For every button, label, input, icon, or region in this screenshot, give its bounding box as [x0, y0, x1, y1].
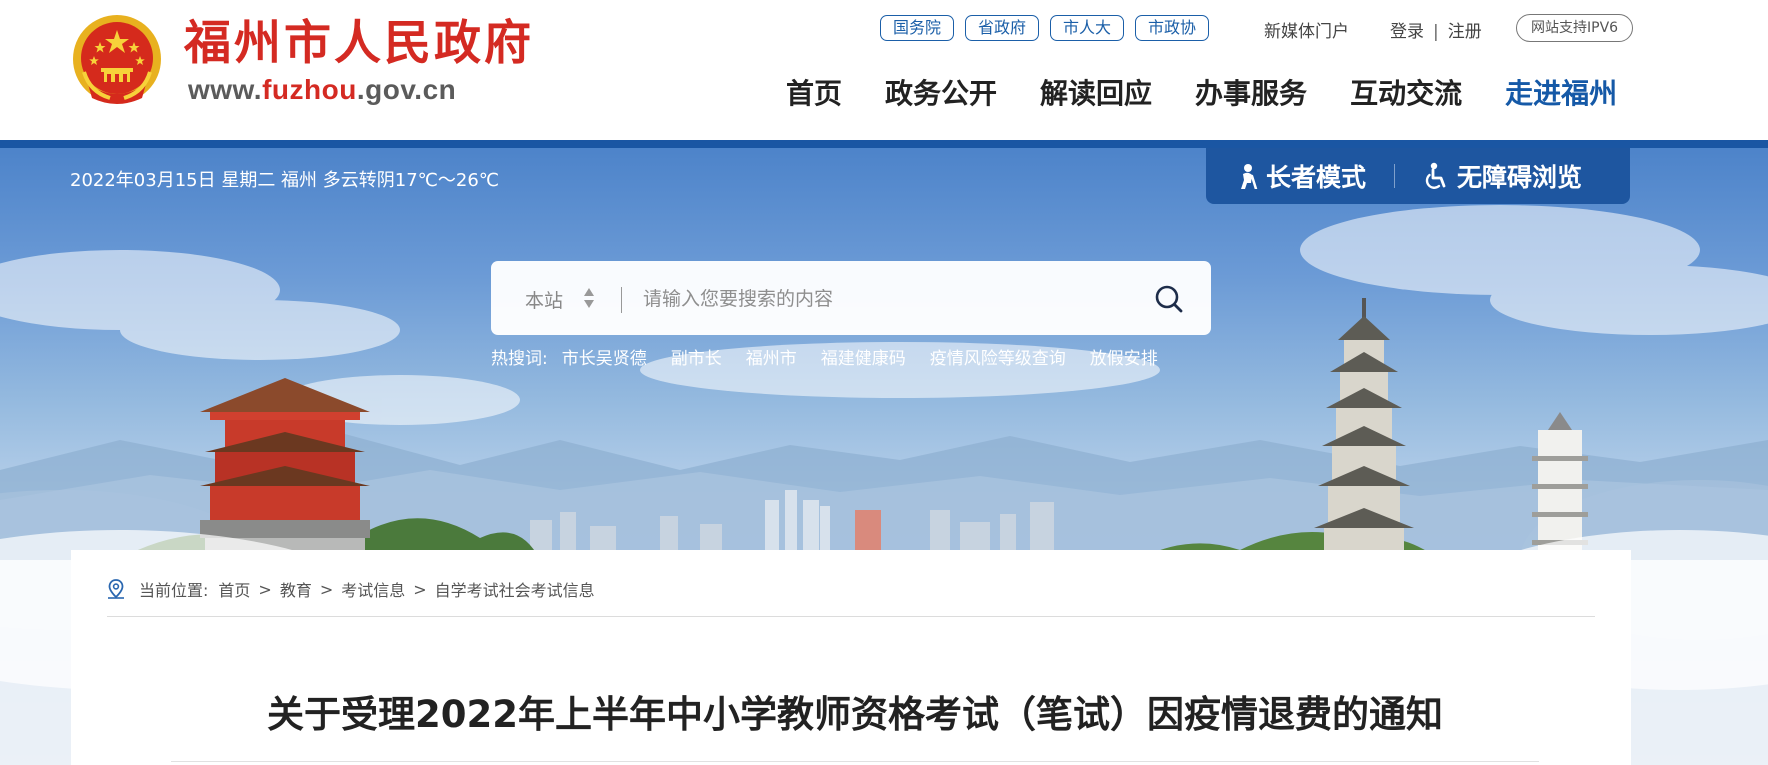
hot-words-label: 热搜词:	[491, 349, 548, 369]
breadcrumb-label: 当前位置:	[139, 581, 209, 600]
hot-word[interactable]: 福建健康码	[821, 344, 906, 369]
breadcrumb: 当前位置: 首页 > 教育 > 考试信息 > 自学考试社会考试信息	[107, 577, 595, 601]
breadcrumb-self-study-exam[interactable]: 自学考试社会考试信息	[435, 577, 595, 601]
register-link[interactable]: 注册	[1448, 22, 1482, 42]
nav-interpretation[interactable]: 解读回应	[1040, 74, 1152, 114]
domain-prefix: www.	[188, 74, 263, 105]
breadcrumb-separator: >	[319, 579, 334, 599]
hot-word[interactable]: 放假安排	[1090, 344, 1158, 369]
hot-word[interactable]: 副市长	[671, 344, 722, 369]
login-separator: |	[1433, 22, 1439, 42]
hot-word[interactable]: 市长吴贤德	[562, 344, 647, 369]
nav-home[interactable]: 首页	[786, 74, 842, 114]
top-links: 国务院 省政府 市人大 市政协	[880, 15, 1210, 41]
site-header: 福州市人民政府 www.fuzhou.gov.cn 国务院 省政府 市人大 市政…	[0, 0, 1768, 140]
wheelchair-icon	[1425, 162, 1446, 189]
login-link[interactable]: 登录	[1390, 22, 1424, 42]
accessible-browse-button[interactable]: 无障碍浏览	[1423, 158, 1582, 194]
search-input[interactable]	[643, 281, 1143, 317]
breadcrumb-separator: >	[258, 579, 272, 599]
article-panel: 当前位置: 首页 > 教育 > 考试信息 > 自学考试社会考试信息 关于受理20…	[71, 550, 1631, 765]
domain-suffix: .gov.cn	[356, 74, 457, 105]
sort-arrows-icon[interactable]	[583, 287, 595, 309]
search-box: 本站	[491, 261, 1211, 335]
hot-search-words: 热搜词: 市长吴贤德 副市长 福州市 福建健康码 疫情风险等级查询 放假安排	[491, 344, 1182, 369]
elder-person-icon	[1241, 164, 1258, 189]
hot-word[interactable]: 疫情风险等级查询	[930, 344, 1066, 369]
main-nav: 首页 政务公开 解读回应 办事服务 互动交流 走进福州	[786, 74, 1617, 114]
search-icon[interactable]	[1151, 281, 1187, 317]
ipv6-badge: 网站支持IPV6	[1516, 14, 1634, 42]
breadcrumb-divider	[107, 616, 1595, 617]
mode-switcher: 长者模式 无障碍浏览	[1206, 148, 1630, 204]
national-emblem[interactable]	[70, 12, 164, 110]
breadcrumb-separator: >	[413, 579, 427, 599]
domain-highlight: fuzhou	[262, 74, 357, 105]
site-domain: www.fuzhou.gov.cn	[188, 74, 456, 106]
link-city-cppcc[interactable]: 市政协	[1135, 15, 1210, 41]
link-provincial-gov[interactable]: 省政府	[965, 15, 1040, 41]
search-divider	[621, 287, 622, 313]
location-pin-icon	[108, 579, 124, 599]
nav-about-fuzhou[interactable]: 走进福州	[1505, 74, 1617, 114]
nav-services[interactable]: 办事服务	[1195, 74, 1307, 114]
title-divider	[171, 761, 1539, 762]
article-title: 关于受理2022年上半年中小学教师资格考试（笔试）因疫情退费的通知	[267, 693, 1443, 736]
elder-mode-button[interactable]: 长者模式	[1236, 158, 1366, 194]
nav-gov-affairs[interactable]: 政务公开	[885, 74, 997, 114]
search-scope-select[interactable]: 本站	[525, 286, 563, 313]
breadcrumb-exam-info[interactable]: 考试信息	[341, 577, 405, 601]
nav-interaction[interactable]: 互动交流	[1350, 74, 1462, 114]
elder-mode-label: 长者模式	[1266, 163, 1367, 192]
breadcrumb-education[interactable]: 教育	[280, 577, 312, 601]
new-media-link[interactable]: 新媒体门户	[1264, 17, 1349, 42]
login-area: 登录 | 注册	[1390, 17, 1482, 42]
mode-divider	[1394, 164, 1396, 188]
link-state-council[interactable]: 国务院	[880, 15, 955, 41]
link-city-congress[interactable]: 市人大	[1050, 15, 1125, 41]
accessible-browse-label: 无障碍浏览	[1457, 163, 1583, 192]
date-weather: 2022年03月15日 星期二 福州 多云转阴17℃～26℃	[70, 170, 500, 191]
site-title[interactable]: 福州市人民政府	[184, 14, 534, 74]
breadcrumb-home[interactable]: 首页	[218, 577, 250, 601]
hot-word[interactable]: 福州市	[746, 344, 797, 369]
